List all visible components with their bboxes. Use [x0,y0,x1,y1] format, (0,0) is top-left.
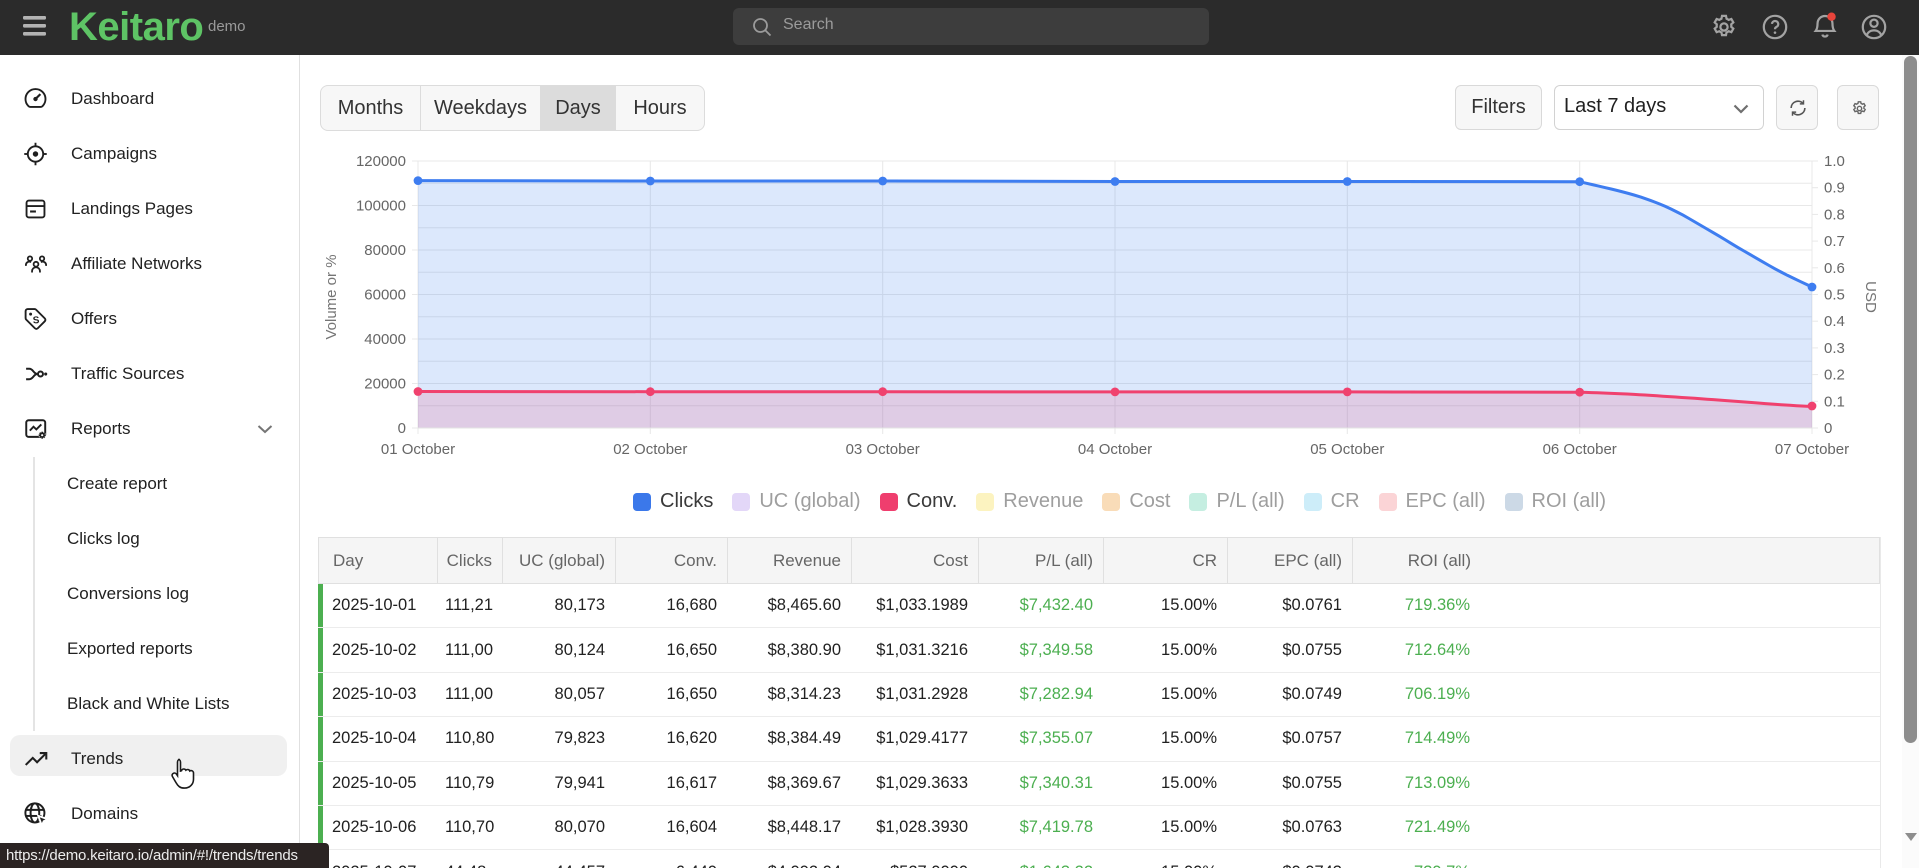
svg-text:01 October: 01 October [381,441,455,458]
svg-text:100000: 100000 [356,198,406,215]
svg-text:40000: 40000 [364,331,406,348]
svg-text:1.0: 1.0 [1824,153,1845,170]
svg-text:0.1: 0.1 [1824,393,1845,410]
svg-text:0.2: 0.2 [1824,367,1845,384]
svg-text:0.5: 0.5 [1824,287,1845,304]
svg-text:06 October: 06 October [1543,441,1617,458]
svg-text:0.9: 0.9 [1824,180,1845,197]
svg-text:USD: USD [1862,281,1879,313]
svg-text:20000: 20000 [364,376,406,393]
svg-text:07 October: 07 October [1775,441,1849,458]
svg-text:0.4: 0.4 [1824,313,1845,330]
svg-text:0.6: 0.6 [1824,260,1845,277]
svg-text:60000: 60000 [364,287,406,304]
svg-text:04 October: 04 October [1078,441,1152,458]
svg-text:S: S [32,315,40,326]
svg-text:05 October: 05 October [1310,441,1384,458]
svg-text:0.8: 0.8 [1824,206,1845,223]
svg-text:0: 0 [398,420,406,437]
svg-text:80000: 80000 [364,242,406,259]
svg-text:0: 0 [1824,420,1832,437]
svg-text:0.7: 0.7 [1824,233,1845,250]
svg-text:02 October: 02 October [613,441,687,458]
svg-text:03 October: 03 October [846,441,920,458]
svg-text:0.3: 0.3 [1824,340,1845,357]
svg-text:Volume or %: Volume or % [323,254,340,339]
svg-text:120000: 120000 [356,153,406,170]
